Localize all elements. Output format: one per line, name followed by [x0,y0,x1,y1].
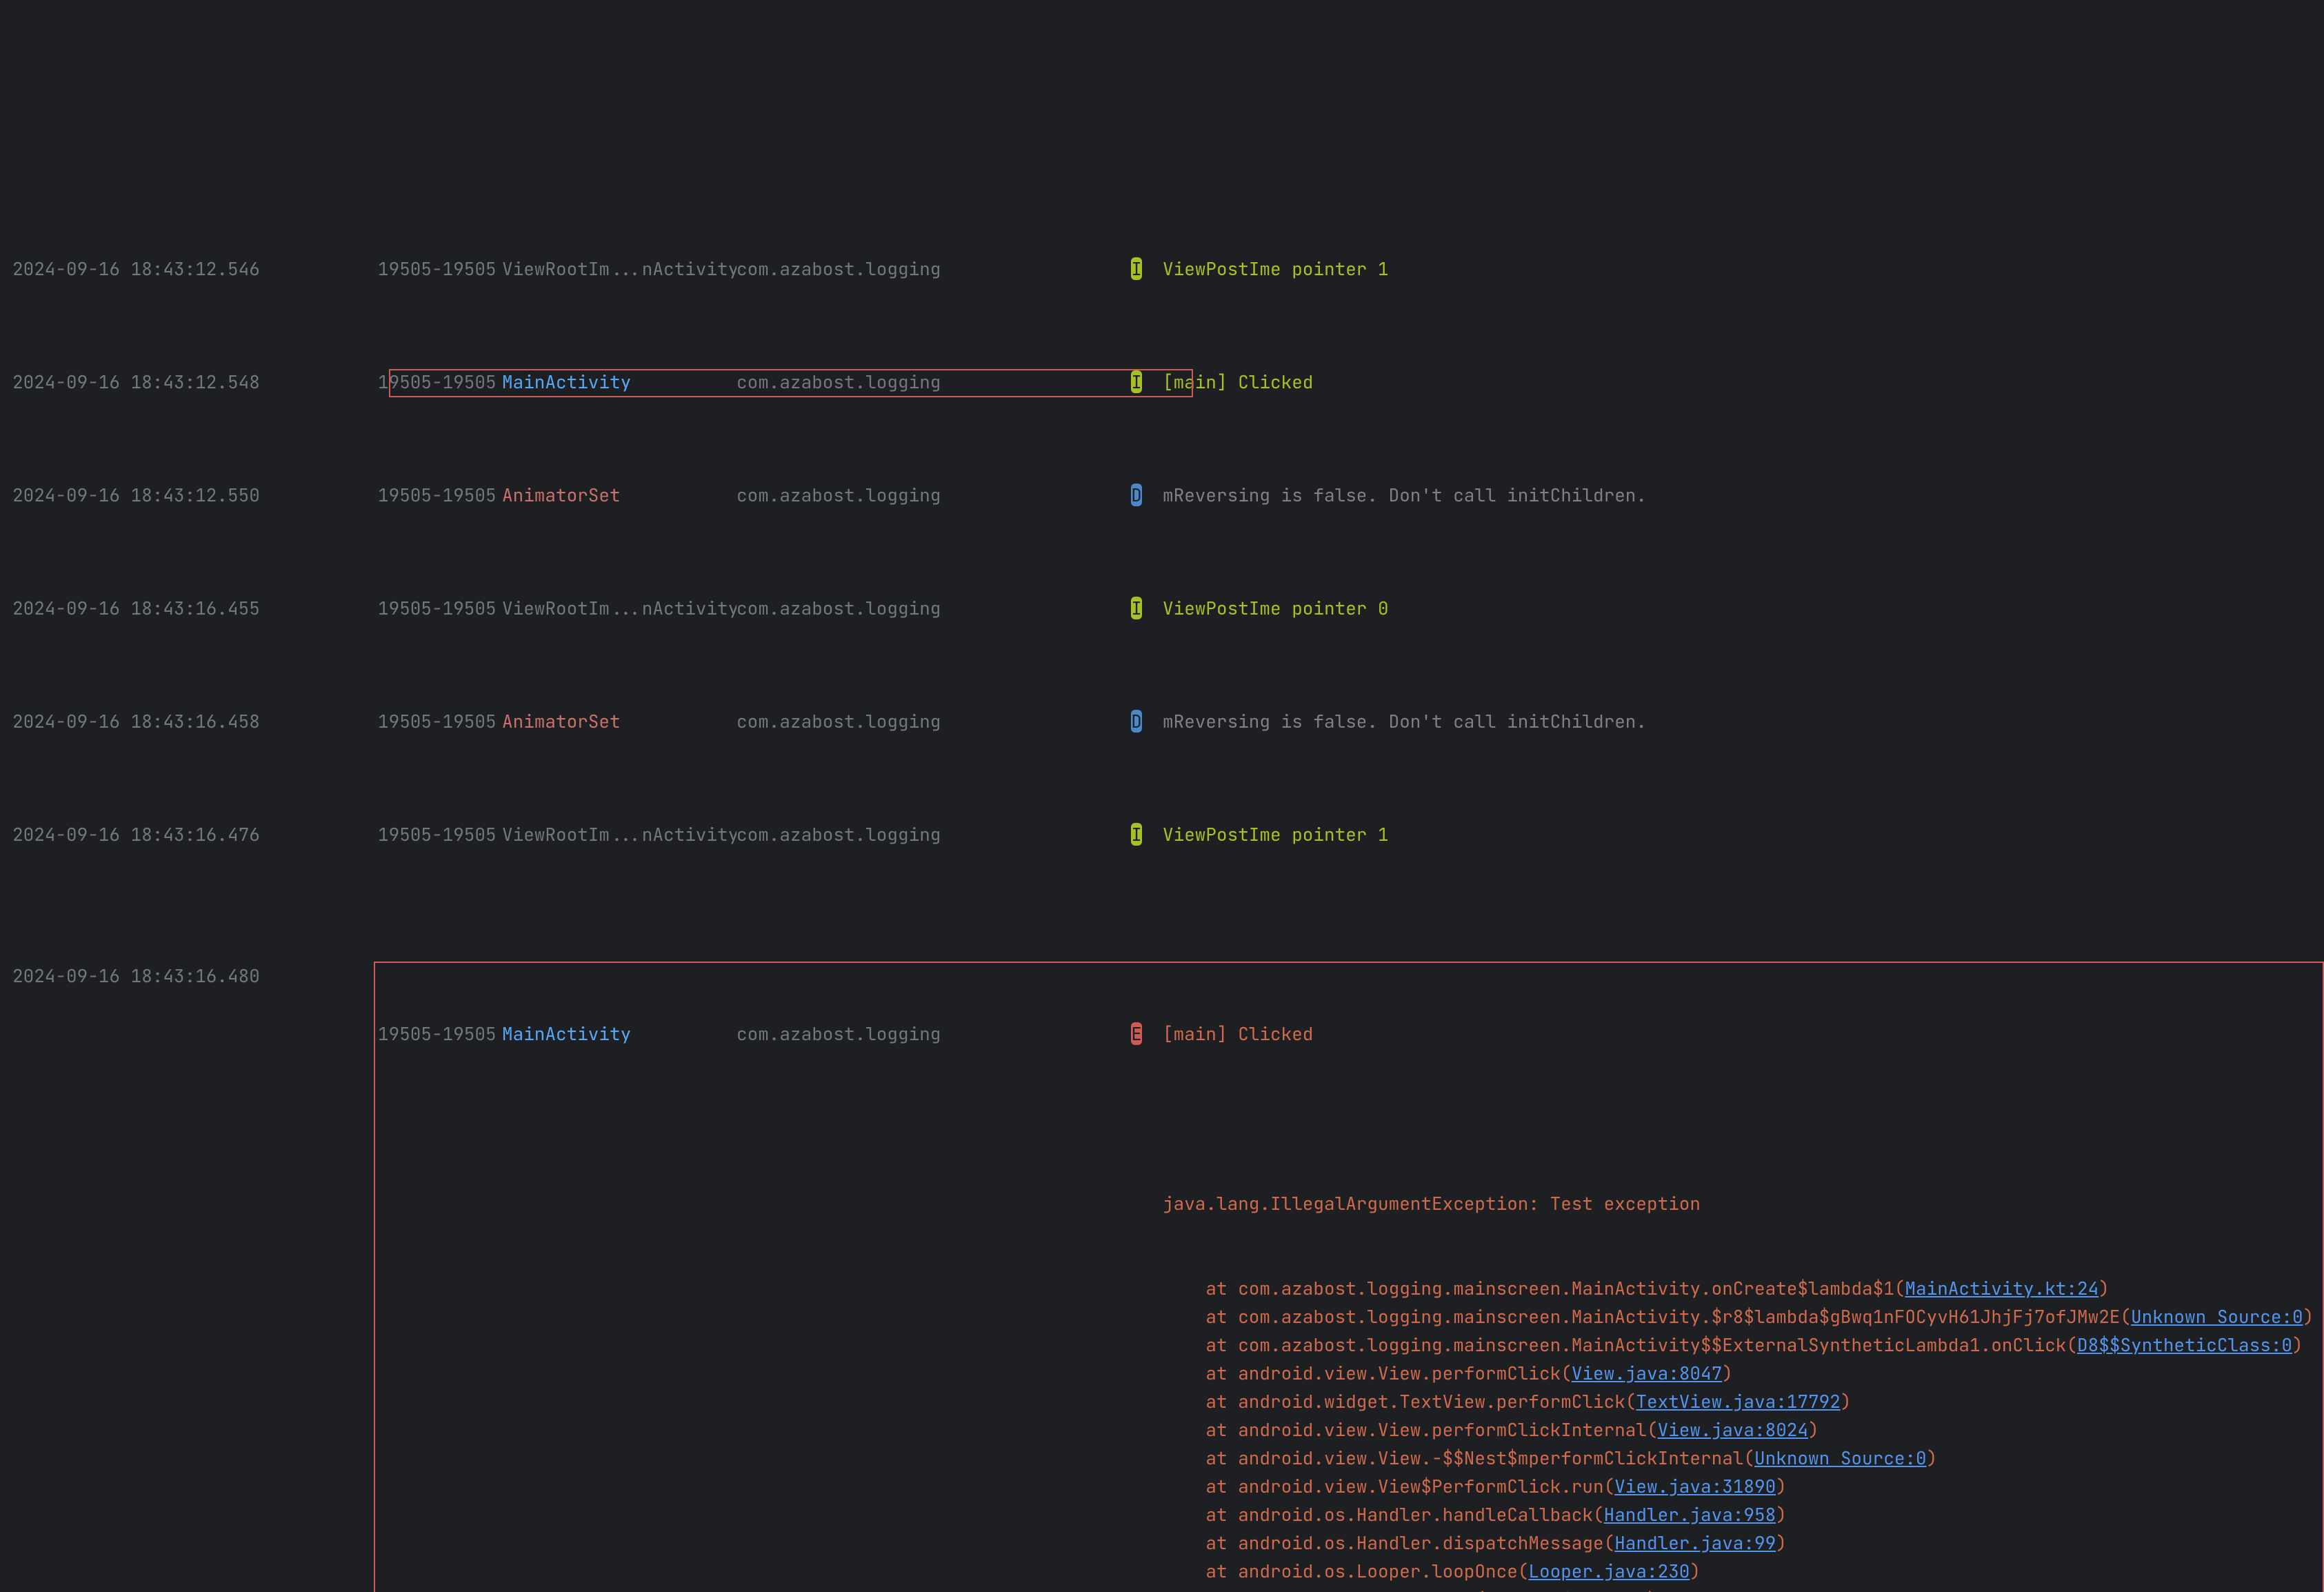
log-level-badge: D [1131,710,1142,733]
source-link[interactable]: MainActivity.kt:24 [1905,1276,2098,1300]
log-tag: MainActivity [502,1019,737,1048]
source-link[interactable]: D8$$SyntheticClass:0 [2077,1333,2292,1357]
log-tag: ViewRootIm...nActivity] [502,594,737,622]
source-link[interactable]: Unknown Source:0 [1754,1446,1927,1470]
stack-frame: at android.os.Looper.loopOnce(Looper.jav… [1163,1557,2323,1585]
log-message: mReversing is false. Don't call initChil… [1150,707,2324,735]
log-tag: AnimatorSet [502,481,737,509]
log-timestamp: 2024-09-16 18:43:16.476 [12,820,378,848]
log-row[interactable]: 2024-09-16 18:43:12.546 19505-19505 View… [12,255,2324,283]
source-link[interactable]: Unknown Source:0 [2131,1304,2303,1329]
log-message: ViewPostIme pointer 1 [1150,820,2324,848]
log-pid: 19505-19505 [378,481,502,509]
log-level-badge: I [1131,597,1142,619]
log-pid: 19505-19505 [378,368,502,396]
log-pid: 19505-19505 [378,1019,502,1048]
stacktrace: java.lang.IllegalArgumentException: Test… [378,1133,2323,1592]
source-link[interactable]: TextView.java:17792 [1636,1389,1840,1413]
source-link[interactable]: Handler.java:99 [1614,1531,1776,1555]
source-link[interactable]: Looper.java:230 [1528,1559,1690,1583]
log-package: com.azabost.logging [737,707,1123,735]
log-level-badge: D [1131,484,1142,506]
log-level-badge: I [1131,823,1142,846]
log-row[interactable]: 2024-09-16 18:43:16.455 19505-19505 View… [12,594,2324,622]
log-message: mReversing is false. Don't call initChil… [1150,481,2324,509]
log-message: [main] Clicked [1150,368,2324,396]
log-pid: 19505-19505 [378,820,502,848]
stack-frame: at android.widget.TextView.performClick(… [1163,1387,2323,1415]
log-timestamp: 2024-09-16 18:43:12.546 [12,255,378,283]
log-row[interactable]: 2024-09-16 18:43:12.550 19505-19505 Anim… [12,481,2324,509]
stack-frame: at android.view.View.performClickInterna… [1163,1415,2323,1444]
log-package: com.azabost.logging [737,255,1123,283]
source-link[interactable]: Handler.java:958 [1604,1502,1776,1526]
stack-frame: at android.view.View$PerformClick.run(Vi… [1163,1472,2323,1500]
log-tag: AnimatorSet [502,707,737,735]
error-highlight-box: 19505-19505 MainActivity com.azabost.log… [374,962,2324,1592]
source-link[interactable]: View.java:8024 [1658,1417,1808,1442]
log-tag: MainActivity [502,368,737,396]
log-level-badge: I [1131,370,1142,393]
log-message: ViewPostIme pointer 1 [1150,255,2324,283]
log-package: com.azabost.logging [737,820,1123,848]
log-tag: ViewRootIm...nActivity] [502,255,737,283]
stack-frame: at android.os.Looper.loop(Looper.java:31… [1163,1585,2323,1592]
exception-head: java.lang.IllegalArgumentException: Test… [1163,1189,2323,1217]
log-message: [main] Clicked [1150,1019,2323,1048]
log-package: com.azabost.logging [737,1019,1123,1048]
log-pid: 19505-19505 [378,255,502,283]
stack-frame: at com.azabost.logging.mainscreen.MainAc… [1163,1331,2323,1359]
stack-frame: at android.view.View.performClick(View.j… [1163,1359,2323,1387]
source-link[interactable]: View.java:8047 [1572,1361,1722,1385]
stack-frame: at com.azabost.logging.mainscreen.MainAc… [1163,1274,2323,1302]
log-message: ViewPostIme pointer 0 [1150,594,2324,622]
log-timestamp: 2024-09-16 18:43:16.458 [12,707,378,735]
log-package: com.azabost.logging [737,481,1123,509]
log-timestamp: 2024-09-16 18:43:12.550 [12,481,378,509]
log-row[interactable]: 2024-09-16 18:43:16.476 19505-19505 View… [12,820,2324,848]
log-tag: ViewRootIm...nActivity] [502,820,737,848]
log-package: com.azabost.logging [737,594,1123,622]
log-timestamp: 2024-09-16 18:43:12.548 [12,368,378,396]
log-pid: 19505-19505 [378,707,502,735]
log-row[interactable]: 2024-09-16 18:43:12.548 19505-19505 Main… [12,368,2324,396]
log-row[interactable]: 2024-09-16 18:43:16.458 19505-19505 Anim… [12,707,2324,735]
log-pid: 19505-19505 [378,594,502,622]
log-timestamp: 2024-09-16 18:43:16.480 [12,962,378,990]
stack-frame: at com.azabost.logging.mainscreen.MainAc… [1163,1302,2323,1331]
log-timestamp: 2024-09-16 18:43:16.455 [12,594,378,622]
source-link[interactable]: Looper.java:319 [1485,1587,1647,1592]
stack-frame: at android.os.Handler.handleCallback(Han… [1163,1500,2323,1529]
log-row-error[interactable]: 2024-09-16 18:43:16.480 19505-19505 Main… [12,962,2324,1592]
stack-frame: at android.os.Handler.dispatchMessage(Ha… [1163,1529,2323,1557]
stack-frame: at android.view.View.-$$Nest$mperformCli… [1163,1444,2323,1472]
log-package: com.azabost.logging [737,368,1123,396]
source-link[interactable]: View.java:31890 [1614,1474,1776,1498]
logcat-view[interactable]: 2024-09-16 18:43:12.546 19505-19505 View… [0,141,2324,1592]
log-level-badge: I [1131,257,1142,280]
log-level-badge: E [1131,1022,1142,1045]
